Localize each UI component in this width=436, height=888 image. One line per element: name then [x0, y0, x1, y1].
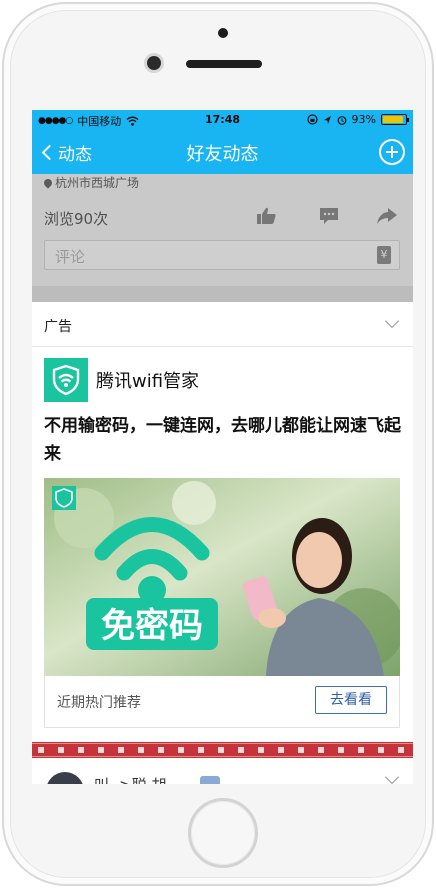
view-count: 浏览90次: [44, 210, 109, 228]
like-icon[interactable]: [256, 206, 278, 226]
chevron-down-icon[interactable]: [384, 769, 400, 784]
ad-footer: 近期热门推荐 去看看: [44, 676, 400, 728]
location-arrow-icon: [323, 115, 331, 124]
avatar[interactable]: [46, 772, 84, 784]
nav-bar: 动态 好友动态: [32, 130, 413, 174]
battery-percent: 93%: [351, 113, 376, 126]
front-camera: [147, 56, 161, 70]
recommendation-text: 近期热门推荐: [57, 695, 141, 711]
share-icon[interactable]: [376, 206, 398, 226]
ad-card: 广告 腾讯wifi管家 不用输密码，一键连网，去哪儿都能让网速飞起来 免密码 近…: [32, 302, 413, 742]
festive-banner: [32, 742, 413, 758]
vip-badge-icon: [200, 776, 220, 784]
ad-image-text: 免密码: [101, 606, 203, 646]
earpiece-speaker: [186, 60, 262, 68]
deer-pattern: [32, 742, 413, 758]
home-button[interactable]: [188, 798, 258, 868]
phone-frame: ●●●●○ 中国移动 17:48 93% 动态 好友动态 杭州市西城广场 浏览9…: [2, 2, 434, 886]
add-button[interactable]: [379, 139, 405, 165]
divider: [32, 346, 413, 347]
advertiser-name[interactable]: 腾讯wifi管家: [96, 367, 199, 393]
page-title: 好友动态: [186, 144, 259, 165]
cta-button[interactable]: 去看看: [315, 686, 387, 714]
screen: ●●●●○ 中国移动 17:48 93% 动态 好友动态 杭州市西城广场 浏览9…: [32, 110, 413, 784]
ad-label: 广告: [44, 319, 72, 335]
comment-placeholder: 评论: [55, 248, 86, 266]
front-sensor: [218, 28, 228, 38]
ad-image[interactable]: 免密码: [44, 478, 400, 676]
shield-wifi-icon: [52, 364, 80, 396]
advertiser-logo[interactable]: [44, 358, 88, 402]
ad-headline[interactable]: 不用输密码，一键连网，去哪儿都能让网速飞起来: [44, 412, 402, 468]
next-post-header: 叫 ->聪 胡: [32, 758, 413, 784]
screen-lock-icon: [306, 114, 318, 125]
status-bar: ●●●●○ 中国移动 17:48 93%: [32, 110, 413, 130]
section-separator: [32, 286, 413, 302]
post-location-text: 杭州市西城广场: [55, 176, 140, 190]
alarm-icon: [337, 115, 346, 125]
next-post-author[interactable]: 叫 ->聪 胡: [94, 774, 167, 784]
previous-post: 杭州市西城广场 浏览90次 评论 ¥: [32, 174, 413, 302]
ad-photo: 免密码: [44, 478, 400, 676]
post-location[interactable]: 杭州市西城广场: [42, 174, 140, 191]
comment-icon[interactable]: [318, 206, 340, 226]
chevron-down-icon[interactable]: [384, 313, 400, 329]
comment-input[interactable]: 评论 ¥: [44, 240, 400, 270]
battery-icon: [381, 114, 409, 125]
red-packet-icon[interactable]: ¥: [377, 246, 391, 264]
location-pin-icon: [42, 176, 54, 189]
